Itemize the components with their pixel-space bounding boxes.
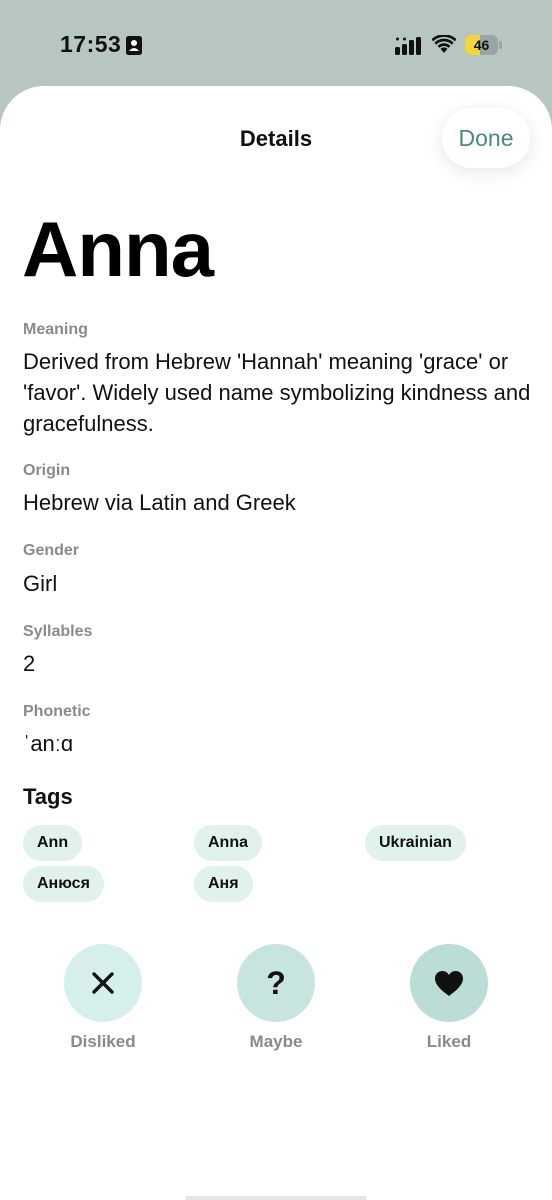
focus-icon — [126, 36, 142, 55]
question-icon: ? — [266, 964, 286, 1001]
tag-chip[interactable]: Аня — [194, 866, 253, 902]
maybe-button[interactable]: ? — [237, 944, 315, 1022]
origin-label: Origin — [23, 462, 71, 479]
meaning-label: Meaning — [23, 321, 88, 338]
cellular-signal-icon — [395, 37, 421, 55]
battery-level: 46 — [473, 37, 490, 53]
tag-chip[interactable]: Anna — [194, 825, 262, 861]
close-icon — [92, 972, 114, 994]
home-indicator — [185, 1196, 367, 1200]
liked-label: Liked — [426, 1032, 472, 1051]
tag-chip[interactable]: Анюся — [23, 866, 104, 902]
gender-value: Girl — [23, 571, 58, 596]
syllables-label: Syllables — [23, 623, 93, 640]
liked-action[interactable]: Liked — [389, 944, 509, 1052]
name-title: Anna — [22, 205, 214, 293]
heart-icon — [435, 970, 463, 996]
tags-heading: Tags — [23, 784, 73, 809]
tag-chip[interactable]: Ann — [23, 825, 83, 861]
maybe-action[interactable]: ? Maybe — [216, 944, 336, 1052]
details-sheet: Details Done Anna Meaning Derived from H… — [0, 86, 552, 1200]
liked-button[interactable] — [410, 944, 488, 1022]
disliked-button[interactable] — [64, 944, 142, 1022]
status-bar: 17:53 46 — [0, 0, 552, 90]
disliked-action[interactable]: Disliked — [43, 944, 163, 1052]
tag-chip[interactable]: Ukrainian — [365, 825, 466, 861]
battery-indicator: 46 — [465, 35, 503, 55]
done-button[interactable]: Done — [442, 108, 530, 168]
syllables-value: 2 — [23, 651, 36, 676]
origin-value: Hebrew via Latin and Greek — [23, 490, 296, 515]
battery-cap — [499, 41, 502, 49]
battery-icon: 46 — [465, 35, 498, 55]
maybe-label: Maybe — [249, 1032, 303, 1051]
meaning-value: Derived from Hebrew 'Hannah' meaning 'gr… — [23, 349, 531, 436]
wifi-icon — [432, 35, 456, 53]
phonetic-value: ˈanːɑ — [23, 731, 74, 756]
status-time: 17:53 — [60, 31, 122, 57]
disliked-label: Disliked — [70, 1032, 136, 1051]
gender-label: Gender — [23, 542, 80, 559]
phonetic-label: Phonetic — [23, 703, 91, 720]
